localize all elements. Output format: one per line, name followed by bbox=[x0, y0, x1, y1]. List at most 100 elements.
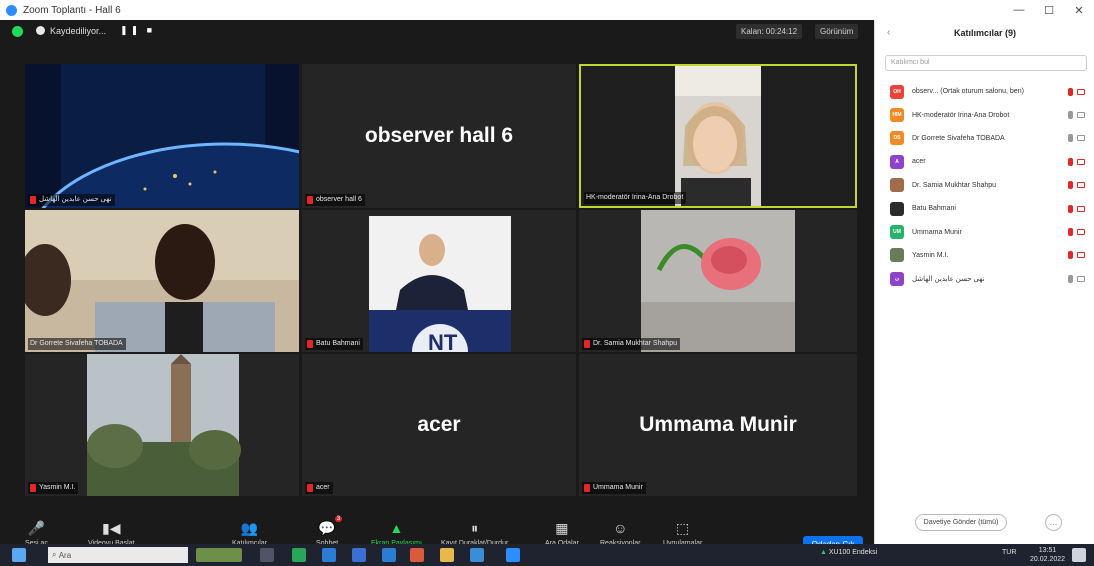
participant-row[interactable]: ن نهى حسن عابدين الهاشل bbox=[875, 267, 1094, 290]
pause-stop-icon[interactable]: ❚❚ ■ bbox=[120, 25, 155, 36]
reactions-button[interactable]: ☺Reaksiyonlar bbox=[600, 520, 640, 547]
video-off-icon bbox=[1077, 205, 1085, 212]
video-tile[interactable]: نهى حسن عابدين الهاشل bbox=[25, 64, 299, 208]
muted-mic-icon bbox=[1068, 181, 1073, 190]
participant-name-label: Batu Bahmani bbox=[305, 338, 363, 350]
participants-button[interactable]: 👥Katılımcılar bbox=[232, 520, 267, 548]
video-tile[interactable]: acer acer bbox=[302, 354, 576, 496]
language-indicator[interactable]: TUR bbox=[1002, 549, 1016, 556]
start-menu-icon[interactable] bbox=[12, 548, 26, 562]
video-off-icon bbox=[1077, 88, 1085, 95]
participant-status-icons bbox=[1068, 228, 1085, 237]
muted-mic-icon bbox=[1068, 274, 1073, 283]
task-view-icon[interactable] bbox=[260, 548, 274, 562]
participant-row[interactable]: Batu Bahmani bbox=[875, 197, 1094, 220]
avatar: ن bbox=[890, 271, 904, 286]
stock-ticker[interactable]: ▲ XU100 Endeksi bbox=[820, 549, 877, 556]
video-tile-active-speaker[interactable]: HK-moderatör Irina-Ana Drobot bbox=[579, 64, 857, 208]
chat-icon: 💬 3 bbox=[318, 516, 343, 536]
taskbar-search-input[interactable]: ⌕ Ara bbox=[48, 547, 188, 563]
muted-mic-icon bbox=[1068, 87, 1073, 96]
chat-button[interactable]: 💬3Sohbet bbox=[316, 516, 343, 547]
video-tile[interactable]: NT Batu Bahmani bbox=[302, 210, 576, 352]
participant-row[interactable]: Dr. Samia Mukhtar Shahpu bbox=[875, 174, 1094, 197]
store-icon[interactable] bbox=[470, 548, 484, 562]
notification-icon[interactable] bbox=[1072, 548, 1086, 562]
avatar: OH bbox=[890, 84, 904, 99]
close-button[interactable]: ✕ bbox=[1064, 0, 1094, 20]
mute-button[interactable]: 🎤Sesi aç bbox=[25, 520, 48, 548]
file-explorer-icon[interactable] bbox=[440, 548, 454, 562]
participant-row[interactable]: Yasmin M.I. bbox=[875, 244, 1094, 267]
share-screen-button[interactable]: ▲Ekran Paylaşımı bbox=[371, 520, 422, 547]
participant-name: HK-moderatör Irina-Ana Drobot bbox=[912, 111, 1010, 119]
word-icon[interactable] bbox=[322, 548, 336, 562]
apps-button[interactable]: ⬚Uygulamalar bbox=[663, 520, 702, 548]
participant-display-name: observer hall 6 bbox=[364, 124, 514, 147]
avatar bbox=[890, 201, 904, 216]
share-screen-icon: ▲ bbox=[389, 520, 404, 536]
start-video-button[interactable]: ▮◀Videoyu Başlat bbox=[88, 519, 135, 548]
breakout-rooms-button[interactable]: ▦Ara Odalar bbox=[545, 520, 579, 548]
webcam-man-image bbox=[25, 210, 299, 352]
taskbar-widget-icon[interactable] bbox=[196, 548, 242, 562]
zoom-taskbar-icon[interactable] bbox=[506, 548, 520, 562]
participant-row[interactable]: DS Dr Gorrete Sivafeha TOBADA bbox=[875, 127, 1094, 150]
video-off-icon bbox=[1077, 229, 1085, 236]
participant-row[interactable]: HIM HK-moderatör Irina-Ana Drobot bbox=[875, 103, 1094, 126]
video-tile[interactable]: Ummama Munir Ummama Munir bbox=[579, 354, 857, 496]
participant-display-name: Ummama Munir bbox=[639, 413, 797, 436]
recording-indicator[interactable]: Kaydediliyor... ❚❚ ■ bbox=[36, 25, 155, 36]
muted-mic-icon bbox=[1068, 204, 1073, 213]
participant-row[interactable]: UM Ummama Munir bbox=[875, 220, 1094, 243]
muted-mic-icon bbox=[30, 196, 36, 204]
security-shield-icon[interactable] bbox=[12, 26, 23, 37]
reactions-icon: ☺ bbox=[613, 520, 628, 536]
muted-mic-icon bbox=[584, 484, 590, 492]
participant-status-icons bbox=[1068, 251, 1085, 260]
chrome-icon[interactable] bbox=[292, 548, 306, 562]
video-tile[interactable]: Dr Gorrete Sivafeha TOBADA bbox=[25, 210, 299, 352]
video-tile[interactable]: Dr. Samia Mukhtar Shahpu bbox=[579, 210, 857, 352]
participant-search-input[interactable]: Katılımcı bul bbox=[885, 55, 1087, 71]
app-icon[interactable] bbox=[410, 548, 424, 562]
meeting-topbar: Kaydediliyor... ❚❚ ■ Kalan: 00:24:12 Gör… bbox=[0, 20, 874, 44]
participant-display-name: acer bbox=[417, 413, 461, 436]
participant-name-label: Yasmin M.I. bbox=[28, 482, 79, 494]
browser-icon[interactable] bbox=[352, 548, 366, 562]
participant-row[interactable]: Aacer bbox=[875, 150, 1094, 173]
participant-name: Dr. Samia Mukhtar Shahpu bbox=[912, 181, 997, 189]
muted-mic-icon bbox=[1068, 228, 1073, 237]
video-off-icon bbox=[1077, 252, 1085, 259]
participant-name: Ummama Munir bbox=[912, 228, 962, 236]
participants-panel: ‹ Katılımcılar (9) Katılımcı bul OH obser… bbox=[874, 20, 1094, 544]
participant-status-icons bbox=[1068, 157, 1085, 166]
clock[interactable]: 13:51 20.02.2022 bbox=[1030, 546, 1065, 564]
clock-tower-image bbox=[25, 354, 299, 496]
muted-mic-icon bbox=[307, 340, 313, 348]
avatar: DS bbox=[890, 131, 904, 146]
muted-mic-icon bbox=[1068, 134, 1073, 143]
video-camera-icon: ▮◀ bbox=[102, 519, 121, 536]
minimize-button[interactable]: — bbox=[1004, 0, 1034, 20]
video-tile[interactable]: Yasmin M.I. bbox=[25, 354, 299, 496]
participant-name-label: HK-moderatör Irina-Ana Drobot bbox=[584, 192, 687, 204]
recording-controls-button[interactable]: ⏸Kayıt Duraklat/Durdur bbox=[441, 519, 508, 548]
maximize-button[interactable]: ☐ bbox=[1034, 0, 1064, 20]
view-button[interactable]: Görünüm bbox=[815, 24, 859, 39]
photos-icon[interactable] bbox=[382, 548, 396, 562]
video-off-icon bbox=[1077, 182, 1085, 189]
muted-mic-icon bbox=[584, 340, 590, 348]
participant-name-label: Dr. Samia Mukhtar Shahpu bbox=[582, 338, 681, 350]
podium-speaker-image: NT bbox=[302, 210, 576, 352]
participant-name: acer bbox=[912, 158, 926, 166]
participant-row[interactable]: OH observ... (Ortak oturum salonu, ben) bbox=[875, 80, 1094, 103]
participant-name: نهى حسن عابدين الهاشل bbox=[912, 275, 985, 283]
recording-controls-icon: ⏸ bbox=[471, 519, 479, 536]
participant-name: Batu Bahmani bbox=[912, 205, 956, 213]
participant-name-label: نهى حسن عابدين الهاشل bbox=[28, 194, 115, 206]
participant-name: Yasmin M.I. bbox=[912, 251, 949, 259]
invite-button[interactable]: Davetiye Gönder (tümü) bbox=[915, 514, 1007, 531]
video-tile[interactable]: observer hall 6 observer hall 6 bbox=[302, 64, 576, 208]
more-options-button[interactable]: … bbox=[1045, 514, 1062, 531]
